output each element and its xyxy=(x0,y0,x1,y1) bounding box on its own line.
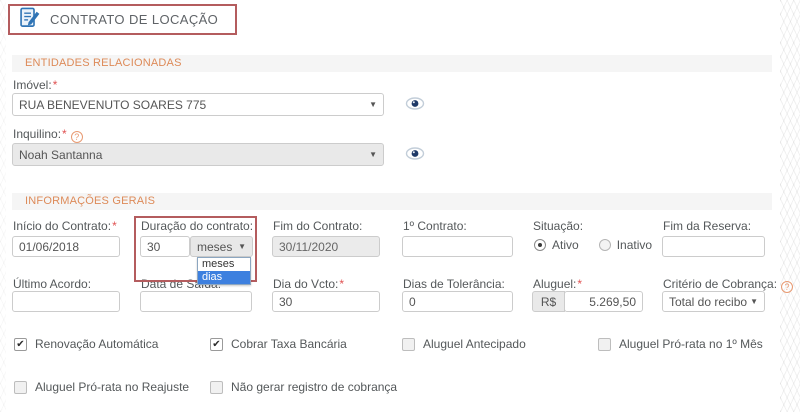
checkbox-label: Aluguel Pró-rata no Reajuste xyxy=(35,380,189,394)
section-entidades-relacionadas: ENTIDADES RELACIONADAS xyxy=(12,55,772,72)
contract-edit-icon xyxy=(18,5,41,35)
inquilino-select[interactable]: Noah Santanna ▼ xyxy=(12,143,384,166)
chevron-down-icon: ▼ xyxy=(369,150,383,159)
inquilino-label: Inquilino:*? xyxy=(13,127,83,143)
contract-form-page: CONTRATO DE LOCAÇÃO ENTIDADES RELACIONAD… xyxy=(0,0,800,412)
duracao-contrato-input[interactable] xyxy=(140,236,190,257)
checkbox-aluguel-prorata-1-mes: Aluguel Pró-rata no 1º Mês xyxy=(598,337,763,351)
checkbox-cobrar-taxa-bancaria: ✔ Cobrar Taxa Bancária xyxy=(210,337,347,351)
radio-inativo-label: Inativo xyxy=(617,238,652,252)
inicio-contrato-input[interactable] xyxy=(12,236,120,257)
background-pattern-left xyxy=(0,0,6,412)
radio-inativo[interactable] xyxy=(599,239,611,251)
checkbox[interactable]: ✔ xyxy=(14,338,27,351)
checkbox-label: Cobrar Taxa Bancária xyxy=(231,337,347,351)
checkbox-renovacao-automatica: ✔ Renovação Automática xyxy=(14,337,158,351)
aluguel-label: Aluguel:* xyxy=(533,277,582,291)
checkbox-nao-gerar-registro: Não gerar registro de cobrança xyxy=(210,380,397,394)
primeiro-contrato-label: 1º Contrato: xyxy=(403,219,467,233)
checkbox-aluguel-antecipado: Aluguel Antecipado xyxy=(402,337,526,351)
chevron-down-icon: ▼ xyxy=(369,100,383,109)
dia-vcto-input[interactable] xyxy=(272,291,380,312)
required-mark: * xyxy=(62,127,67,141)
ultimo-acordo-label: Último Acordo: xyxy=(13,277,91,291)
view-imovel-eye-icon[interactable] xyxy=(405,97,425,115)
checkbox[interactable] xyxy=(402,338,415,351)
imovel-label: Imóvel:* xyxy=(13,78,57,92)
fim-contrato-label: Fim do Contrato: xyxy=(273,219,362,233)
checkbox[interactable] xyxy=(598,338,611,351)
checkbox-label: Aluguel Antecipado xyxy=(423,337,526,351)
chevron-down-icon: ▼ xyxy=(238,242,252,251)
checkbox-label: Não gerar registro de cobrança xyxy=(231,380,397,394)
criterio-select-value: Total do recibo xyxy=(663,295,750,309)
checkbox-label: Aluguel Pró-rata no 1º Mês xyxy=(619,337,763,351)
required-mark: * xyxy=(53,78,58,92)
page-title: CONTRATO DE LOCAÇÃO xyxy=(50,12,218,27)
background-pattern-right xyxy=(780,0,800,412)
primeiro-contrato-input[interactable] xyxy=(402,236,513,257)
ultimo-acordo-input[interactable] xyxy=(12,291,120,312)
fim-contrato-input xyxy=(272,236,380,257)
fim-reserva-label: Fim da Reserva: xyxy=(663,219,751,233)
inicio-contrato-label: Início do Contrato:* xyxy=(13,219,117,233)
situacao-radio-group: Ativo Inativo xyxy=(534,238,652,252)
criterio-help-icon[interactable]: ? xyxy=(781,281,793,293)
imovel-select-value: RUA BENEVENUTO SOARES 775 xyxy=(13,98,369,112)
radio-ativo-label: Ativo xyxy=(552,238,579,252)
situacao-label: Situação: xyxy=(533,219,583,233)
criterio-cobranca-select[interactable]: Total do recibo ▼ xyxy=(662,291,765,312)
page-title-annotation: CONTRATO DE LOCAÇÃO xyxy=(8,4,237,35)
inquilino-help-icon[interactable]: ? xyxy=(71,131,83,143)
checkbox[interactable] xyxy=(14,381,27,394)
dia-vcto-label: Dia do Vcto:* xyxy=(273,277,344,291)
view-inquilino-eye-icon[interactable] xyxy=(405,147,425,165)
duracao-unidade-dropdown: meses dias xyxy=(197,257,251,285)
currency-prefix: R$ xyxy=(532,291,565,312)
section-informacoes-gerais: INFORMAÇÕES GERAIS xyxy=(12,193,772,210)
radio-ativo[interactable] xyxy=(534,239,546,251)
dropdown-option-meses[interactable]: meses xyxy=(198,258,250,271)
checkbox[interactable]: ✔ xyxy=(210,338,223,351)
fim-reserva-input[interactable] xyxy=(662,236,765,257)
inquilino-select-value: Noah Santanna xyxy=(13,148,369,162)
duracao-unidade-select[interactable]: meses ▼ xyxy=(190,236,253,257)
imovel-select[interactable]: RUA BENEVENUTO SOARES 775 ▼ xyxy=(12,93,384,116)
checkbox-aluguel-prorata-reajuste: Aluguel Pró-rata no Reajuste xyxy=(14,380,189,394)
aluguel-input[interactable] xyxy=(564,291,643,312)
checkbox[interactable] xyxy=(210,381,223,394)
dias-tolerancia-input[interactable] xyxy=(402,291,513,312)
data-saida-input[interactable] xyxy=(140,291,252,312)
dias-tolerancia-label: Dias de Tolerância: xyxy=(403,277,505,291)
duracao-contrato-label: Duração do contrato: xyxy=(141,219,253,233)
checkbox-label: Renovação Automática xyxy=(35,337,158,351)
chevron-down-icon: ▼ xyxy=(750,297,764,306)
duracao-unidade-value: meses xyxy=(191,240,238,254)
dropdown-option-dias[interactable]: dias xyxy=(198,271,250,284)
